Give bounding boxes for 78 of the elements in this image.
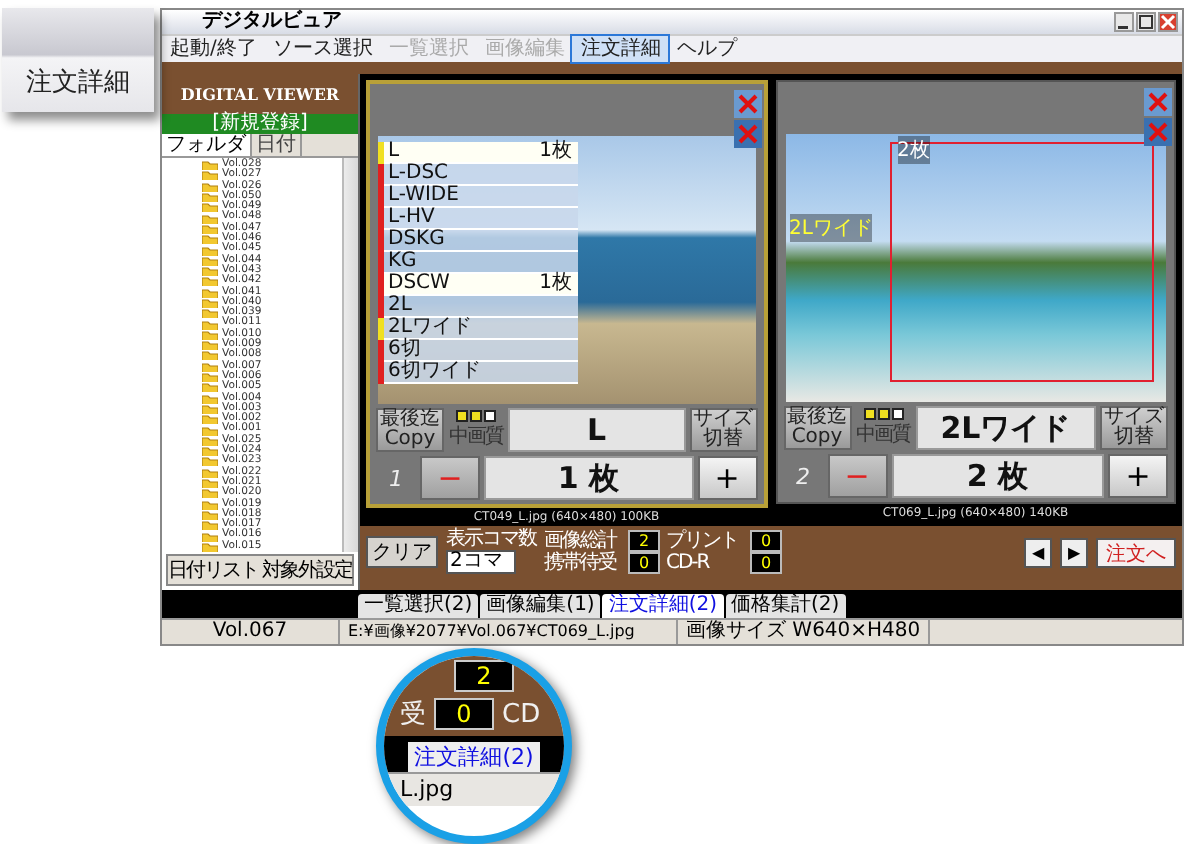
status-banner: [新規登録] bbox=[162, 114, 358, 134]
view-tab[interactable]: 注文詳細(2) bbox=[602, 593, 724, 618]
menu-item[interactable]: 注文詳細 bbox=[572, 36, 669, 62]
size-option[interactable]: KG bbox=[378, 252, 578, 274]
counter-label: CD-R bbox=[666, 552, 712, 574]
panel-number: 1 bbox=[387, 463, 405, 495]
callout-label: 注文詳細 bbox=[26, 66, 130, 100]
counter-label: 画像総計 bbox=[544, 530, 619, 552]
remove-photo-button[interactable] bbox=[1144, 86, 1172, 114]
counter-value: 0 bbox=[750, 530, 782, 552]
photo-panel[interactable]: 2枚 2Lワイド 最後迄 Copy 中画質 2Lワイド サイズ切替 2 − 2 枚 + bbox=[775, 80, 1176, 504]
counter-label: 受 bbox=[400, 698, 426, 732]
counter-label: CD bbox=[502, 699, 541, 729]
view-tab[interactable]: 注文詳細(2) bbox=[408, 742, 540, 772]
size-switch-button[interactable]: サイズ切替 bbox=[1100, 406, 1168, 450]
next-button[interactable]: ▶ bbox=[1060, 537, 1088, 567]
menu-item[interactable]: ヘルプ bbox=[668, 36, 745, 62]
order-button[interactable]: 注文へ bbox=[1096, 537, 1176, 567]
counter-value: 0 bbox=[750, 552, 782, 574]
counter-value: 2 bbox=[454, 660, 514, 692]
scrollbar[interactable] bbox=[342, 158, 358, 552]
frames-label: 表示コマ数 bbox=[446, 530, 536, 550]
quantity-field[interactable]: 2 枚 bbox=[891, 454, 1104, 498]
size-option[interactable]: L-WIDE bbox=[378, 186, 578, 208]
photo-panel[interactable]: L 1枚 L-DSC L-WIDE L-HV DSKG KG DSCW 1枚 2L 2Lワイド 6切 6切ワイド 最後迄 Copy 中画質 L サイズ切替 1 − 1 枚 + bbox=[366, 80, 767, 508]
print-size-field[interactable]: L bbox=[508, 408, 685, 452]
size-option[interactable]: DSCW 1枚 bbox=[378, 274, 578, 296]
view-tab[interactable]: 画像編集(1) bbox=[480, 593, 601, 618]
remove-text-button[interactable] bbox=[1144, 116, 1172, 144]
size-option[interactable]: 6切 bbox=[378, 340, 578, 362]
counter-value: 2 bbox=[628, 530, 660, 552]
file-name-field: L.jpg bbox=[384, 772, 564, 806]
maximize-icon bbox=[1138, 14, 1154, 30]
menu-item[interactable]: ソース選択 bbox=[264, 36, 381, 62]
close-icon bbox=[1160, 14, 1176, 30]
copy-button[interactable]: 最後迄 Copy bbox=[376, 408, 444, 452]
size-option[interactable]: L-DSC bbox=[378, 164, 578, 186]
print-size-label: 2Lワイド bbox=[789, 214, 873, 242]
view-tab[interactable]: 価格集計(2) bbox=[725, 593, 846, 618]
counter-label: 携帯待受 bbox=[544, 552, 619, 574]
crop-frame[interactable] bbox=[889, 142, 1154, 382]
size-option[interactable]: 6切ワイド bbox=[378, 362, 578, 384]
quality-label: 中画質 bbox=[449, 423, 503, 450]
sidebar-tab[interactable]: フォルダ bbox=[162, 134, 252, 156]
window-title: デジタルビュア bbox=[200, 10, 342, 34]
print-size-field[interactable]: 2Lワイド bbox=[915, 406, 1096, 450]
size-option[interactable]: L-HV bbox=[378, 208, 578, 230]
minimize-button[interactable] bbox=[1114, 12, 1134, 32]
copy-button[interactable]: 最後迄 Copy bbox=[783, 406, 851, 450]
previous-button[interactable]: ◀ bbox=[1024, 537, 1052, 567]
frames-dropdown[interactable]: 2コマ bbox=[446, 550, 517, 574]
status-field: Vol.067 bbox=[162, 619, 340, 644]
remove-photo-button[interactable] bbox=[733, 88, 761, 116]
size-switch-button[interactable]: サイズ切替 bbox=[689, 408, 757, 452]
counter-value: 0 bbox=[628, 552, 660, 574]
menu-item[interactable]: 起動/終了 bbox=[162, 36, 265, 62]
print-count-label: 2枚 bbox=[897, 136, 930, 164]
panel-number: 2 bbox=[794, 461, 812, 493]
size-option[interactable]: 2Lワイド bbox=[378, 318, 578, 340]
sidebar-tab[interactable]: 日付 bbox=[252, 134, 302, 156]
app-logo-header: DIGITAL VIEWER bbox=[162, 74, 358, 114]
counter-label: プリント bbox=[666, 530, 740, 552]
increase-button[interactable]: + bbox=[1108, 454, 1168, 498]
size-option[interactable]: L 1枚 bbox=[378, 142, 578, 164]
quantity-field[interactable]: 1 枚 bbox=[484, 456, 693, 500]
remove-text-button[interactable] bbox=[733, 118, 761, 146]
clear-button[interactable]: クリア bbox=[366, 536, 438, 568]
status-field: 画像サイズ W640×H480 bbox=[678, 619, 931, 644]
quality-label: 中画質 bbox=[856, 421, 910, 448]
view-tab[interactable]: 一覧選択(2) bbox=[358, 593, 479, 618]
size-option[interactable]: 2L bbox=[378, 296, 578, 318]
counter-value: 0 bbox=[434, 698, 494, 730]
maximize-button[interactable] bbox=[1136, 12, 1156, 32]
increase-button[interactable]: + bbox=[697, 456, 757, 500]
size-option[interactable]: DSKG bbox=[378, 230, 578, 252]
date-list-button[interactable]: 日付リスト 対象外設定 bbox=[166, 553, 354, 586]
status-field: E:¥画像¥2077¥Vol.067¥CT069_L.jpg bbox=[340, 619, 678, 644]
close-button[interactable] bbox=[1158, 12, 1178, 32]
